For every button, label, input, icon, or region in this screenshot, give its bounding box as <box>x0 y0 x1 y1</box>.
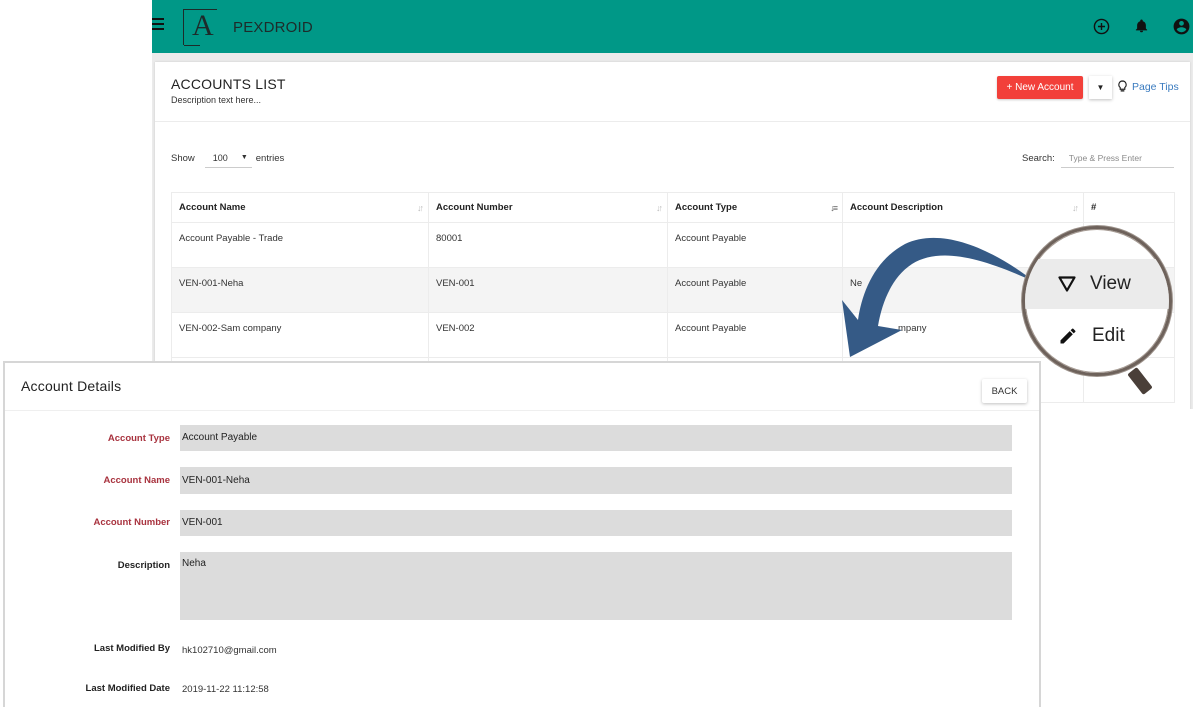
column-header-account-number[interactable]: Account Number ↓↑ <box>428 192 668 223</box>
cell-account-name: VEN-002-Sam company <box>171 312 429 358</box>
cell-account-type: Account Payable <box>667 222 843 268</box>
cell-account-number: VEN-002 <box>428 312 668 358</box>
view-menu-item[interactable]: View <box>1025 259 1169 309</box>
cell-account-name: Account Payable - Trade <box>171 222 429 268</box>
account-type-label: Account Type <box>107 433 170 444</box>
top-navbar: A PEXDROID <box>152 0 1193 53</box>
entries-length-control: Show 100 ▼ entries <box>171 148 284 168</box>
magnifier-lens: View Edit <box>1022 226 1172 376</box>
page-description: Description text here... <box>171 95 262 105</box>
bell-icon[interactable] <box>1129 14 1153 38</box>
search-label: Search: <box>1022 152 1055 164</box>
last-modified-by-label: Last Modified By <box>93 643 170 654</box>
header-actions <box>1089 14 1193 38</box>
logo-initial: A <box>192 9 214 42</box>
page-tips-label: Page Tips <box>1132 80 1179 93</box>
column-header-actions: # <box>1083 192 1175 223</box>
account-details-card: Account Details BACK Account Type Accoun… <box>3 361 1041 707</box>
last-modified-by-value: hk102710@gmail.com <box>182 645 277 656</box>
account-type-field: Account Payable <box>180 425 1012 451</box>
sort-ascending-icon: ↓≡ <box>830 203 838 213</box>
account-name-label: Account Name <box>103 475 170 486</box>
table-header-row: Account Name ↓↑ Account Number ↓↑ Account … <box>171 192 1175 223</box>
details-title: Account Details <box>21 378 122 394</box>
magnifier-callout: View Edit <box>1018 222 1178 395</box>
magnifier-handle <box>1127 367 1153 395</box>
filter-triangle-icon <box>1058 276 1076 292</box>
brand-logo[interactable]: A PEXDROID <box>183 7 313 46</box>
logo-text: PEXDROID <box>233 19 313 36</box>
view-label: View <box>1090 273 1131 294</box>
column-header-account-description[interactable]: Account Description ↓↑ <box>842 192 1084 223</box>
caret-down-icon: ▼ <box>1096 83 1105 92</box>
lightbulb-icon <box>1118 80 1127 92</box>
cell-account-type: Account Payable <box>667 312 843 358</box>
account-circle-icon[interactable] <box>1169 14 1193 38</box>
description-label: Description <box>117 560 170 571</box>
entries-label: entries <box>255 152 285 164</box>
pencil-icon <box>1060 328 1076 344</box>
edit-label: Edit <box>1092 325 1125 346</box>
header-divider <box>155 121 1190 122</box>
cell-account-number: VEN-001 <box>428 267 668 313</box>
cell-account-number: 80001 <box>428 222 668 268</box>
column-header-account-type[interactable]: Account Type ↓≡ <box>667 192 843 223</box>
cell-account-type: Account Payable <box>667 267 843 313</box>
cell-account-name: VEN-001-Neha <box>171 267 429 313</box>
new-account-button[interactable]: + New Account <box>997 76 1083 99</box>
search-input[interactable] <box>1060 148 1174 168</box>
column-header-account-name[interactable]: Account Name ↓↑ <box>171 192 429 223</box>
back-button[interactable]: BACK <box>982 379 1027 403</box>
more-actions-dropdown[interactable]: ▼ <box>1089 76 1112 99</box>
page-tips-link[interactable]: Page Tips <box>1117 80 1179 93</box>
entries-select-value: 100 <box>212 152 228 163</box>
account-name-field: VEN-001-Neha <box>180 467 1012 494</box>
screenshot-stage: A PEXDROID ACCOUNTS LIST Description tex… <box>0 0 1193 707</box>
add-circle-icon[interactable] <box>1089 14 1113 38</box>
last-modified-date-value: 2019-11-22 11:12:58 <box>182 684 269 695</box>
search-control: Search: <box>1022 148 1174 168</box>
page-title: ACCOUNTS LIST <box>171 76 286 92</box>
sort-icon: ↓↑ <box>1072 203 1079 213</box>
caret-down-icon: ▼ <box>240 154 248 161</box>
sort-icon: ↓↑ <box>656 203 663 213</box>
menu-icon[interactable] <box>152 18 164 32</box>
account-number-label: Account Number <box>93 517 170 528</box>
description-field: Neha <box>180 552 1012 620</box>
account-number-field: VEN-001 <box>180 510 1012 536</box>
show-label: Show <box>171 152 195 164</box>
sort-icon: ↓↑ <box>417 203 424 213</box>
details-divider <box>5 410 1039 411</box>
edit-menu-item[interactable]: Edit <box>1025 311 1169 361</box>
last-modified-date-label: Last Modified Date <box>85 683 170 694</box>
entries-select[interactable]: 100 ▼ <box>204 148 252 168</box>
